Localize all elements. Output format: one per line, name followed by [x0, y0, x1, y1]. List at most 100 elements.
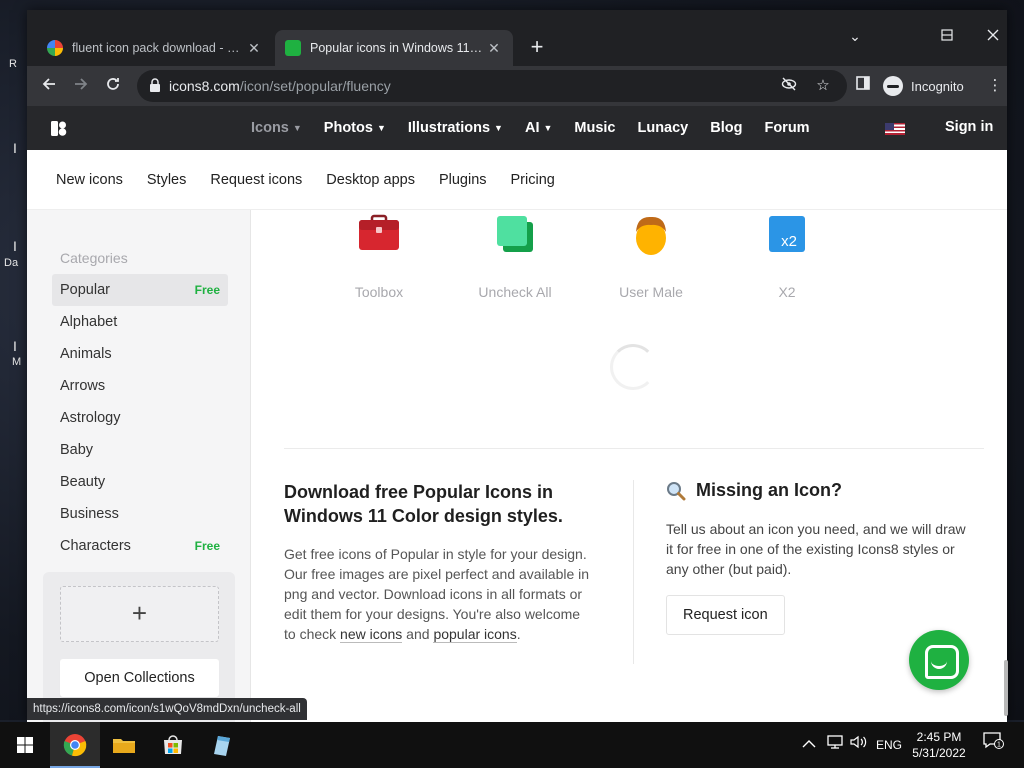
- lock-icon: [150, 78, 160, 92]
- chevron-up-icon: [802, 740, 816, 748]
- icon-card-user-male[interactable]: User Male: [596, 214, 706, 300]
- column-divider: [633, 480, 634, 664]
- nav-illustrations[interactable]: Illustrations ▼: [408, 120, 503, 136]
- category-business[interactable]: Business: [52, 498, 228, 530]
- desktop-label: I: [13, 140, 17, 156]
- icon-card-uncheck-all[interactable]: Uncheck All: [460, 214, 570, 300]
- subnav-styles[interactable]: Styles: [147, 172, 187, 188]
- tab-search-icon[interactable]: ⌄: [835, 24, 875, 48]
- subnav-pricing[interactable]: Pricing: [511, 172, 555, 188]
- desktop-label: I: [13, 338, 17, 354]
- set-description: Download free Popular Icons in Windows 1…: [284, 480, 594, 644]
- subnav-new-icons[interactable]: New icons: [56, 172, 123, 188]
- nav-icons[interactable]: Icons ▼: [251, 120, 302, 136]
- incognito-icon: [883, 76, 903, 96]
- categories-heading: Categories: [60, 250, 128, 266]
- network-icon[interactable]: [826, 722, 844, 768]
- new-tab-button[interactable]: +: [525, 36, 549, 60]
- category-beauty[interactable]: Beauty: [52, 466, 228, 498]
- address-bar[interactable]: icons8.com/icon/set/popular/fluency ☆: [137, 70, 847, 102]
- input-language[interactable]: ENG: [876, 722, 902, 768]
- toolbox-icon: [359, 214, 399, 250]
- category-baby[interactable]: Baby: [52, 434, 228, 466]
- back-button[interactable]: [35, 72, 63, 100]
- add-collection-dropzone[interactable]: +: [60, 586, 219, 642]
- icons8-logo-icon[interactable]: [51, 121, 67, 136]
- nav-ai[interactable]: AI ▼: [525, 120, 552, 136]
- page-viewport: Icons ▼ Photos ▼ Illustrations ▼ AI ▼ Music …: [27, 106, 1007, 722]
- file-explorer-icon[interactable]: [109, 730, 139, 760]
- new-icons-link[interactable]: new icons: [340, 626, 403, 643]
- chevron-down-icon: ▼: [543, 123, 553, 133]
- category-astrology[interactable]: Astrology: [52, 402, 228, 434]
- subnav-plugins[interactable]: Plugins: [439, 172, 487, 188]
- tab-icons8[interactable]: Popular icons in Windows 11 Color ✕: [275, 30, 513, 66]
- url-text: icons8.com/icon/set/popular/fluency: [169, 78, 391, 94]
- link-status-bar: https://icons8.com/icon/s1wQoV8mdDxn/unc…: [27, 698, 307, 720]
- show-hidden-icons[interactable]: [802, 722, 816, 768]
- category-characters[interactable]: Characters Free: [52, 530, 228, 562]
- system-clock[interactable]: 2:45 PM 5/31/2022: [906, 729, 972, 761]
- nav-forum[interactable]: Forum: [764, 120, 809, 136]
- desktop-label: Da: [4, 257, 19, 269]
- category-animals[interactable]: Animals: [52, 338, 228, 370]
- nav-music[interactable]: Music: [574, 120, 615, 136]
- set-description-text: Get free icons of Popular in style for y…: [284, 546, 590, 643]
- volume-icon[interactable]: [850, 722, 868, 768]
- magnifier-icon: [667, 481, 686, 500]
- incognito-profile-button[interactable]: Incognito: [883, 72, 964, 100]
- chrome-icon[interactable]: [60, 730, 90, 760]
- us-flag-icon[interactable]: [885, 123, 905, 135]
- icon-card-toolbox[interactable]: Toolbox: [324, 214, 434, 300]
- close-window-button[interactable]: [973, 24, 1007, 48]
- kebab-menu-icon[interactable]: ⋮: [985, 76, 1005, 96]
- request-icon-button[interactable]: Request icon: [666, 595, 785, 635]
- nav-blog[interactable]: Blog: [710, 120, 742, 136]
- forward-button[interactable]: [67, 72, 95, 100]
- sub-nav: New icons Styles Request icons Desktop a…: [27, 150, 1007, 210]
- chat-support-button[interactable]: [909, 630, 969, 690]
- subnav-desktop-apps[interactable]: Desktop apps: [326, 172, 415, 188]
- desktop-label: I: [13, 238, 17, 254]
- reload-button[interactable]: [99, 72, 127, 100]
- open-collections-button[interactable]: Open Collections: [60, 659, 219, 697]
- free-badge: Free: [194, 539, 220, 553]
- close-tab-icon[interactable]: ✕: [245, 40, 263, 57]
- desktop-label: M: [12, 356, 22, 368]
- svg-text:1: 1: [997, 742, 1001, 749]
- subnav-request-icons[interactable]: Request icons: [210, 172, 302, 188]
- app-tile-icon[interactable]: [206, 730, 236, 760]
- sign-in-link[interactable]: Sign in: [945, 119, 993, 135]
- windows-start-icon[interactable]: [10, 730, 40, 760]
- missing-icon-text: Tell us about an icon you need, and we w…: [666, 521, 966, 577]
- missing-icon-heading: Missing an Icon?: [666, 480, 976, 501]
- close-icon: [987, 29, 999, 41]
- category-alphabet[interactable]: Alphabet: [52, 306, 228, 338]
- main-content: Toolbox Uncheck All User Male x2 X2 Down…: [251, 210, 1007, 722]
- icon-card-x2[interactable]: x2 X2: [732, 214, 842, 300]
- microsoft-store-icon[interactable]: [158, 730, 188, 760]
- loading-spinner: [610, 344, 656, 390]
- section-divider: [284, 448, 984, 449]
- nav-photos[interactable]: Photos ▼: [324, 120, 386, 136]
- categories-sidebar: Categories Popular Free Alphabet Animals …: [27, 210, 251, 722]
- bookmark-star-icon[interactable]: ☆: [813, 76, 833, 96]
- close-tab-icon[interactable]: ✕: [485, 40, 503, 57]
- popular-icons-link[interactable]: popular icons: [433, 626, 517, 643]
- eye-off-icon[interactable]: [779, 76, 799, 96]
- category-arrows[interactable]: Arrows: [52, 370, 228, 402]
- nav-lunacy[interactable]: Lunacy: [637, 120, 688, 136]
- category-popular[interactable]: Popular Free: [52, 274, 228, 306]
- incognito-label: Incognito: [911, 78, 964, 94]
- notification-center-icon[interactable]: 1: [982, 722, 1004, 768]
- side-panel-icon[interactable]: [853, 76, 873, 96]
- icons8-favicon-icon: [285, 40, 301, 56]
- tab-strip: fluent icon pack download - Google ✕ Pop…: [27, 10, 1007, 66]
- x2-icon: x2: [769, 216, 805, 252]
- browser-window: fluent icon pack download - Google ✕ Pop…: [27, 10, 1007, 722]
- maximize-button[interactable]: [927, 24, 967, 48]
- maximize-icon: [941, 29, 953, 41]
- page-scrollbar[interactable]: [1004, 660, 1008, 716]
- arrow-right-icon: [75, 78, 88, 90]
- tab-google-search[interactable]: fluent icon pack download - Google ✕: [37, 30, 273, 66]
